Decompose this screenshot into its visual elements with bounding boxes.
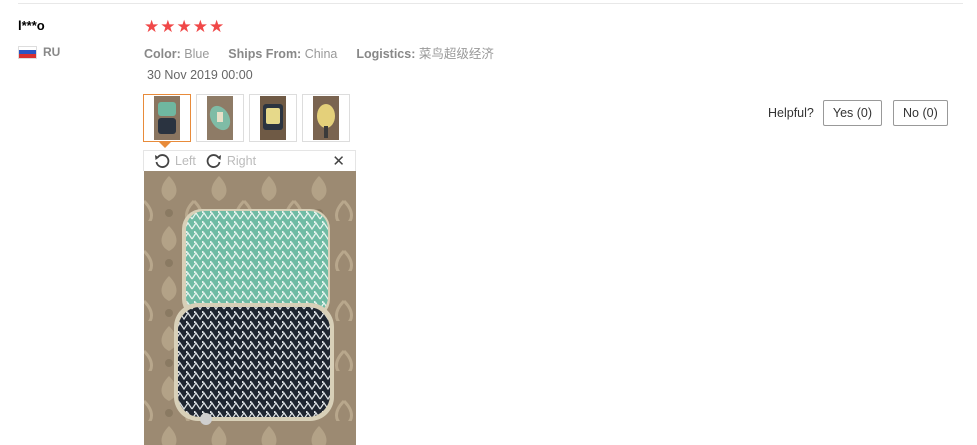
review-date: 30 Nov 2019 00:00 xyxy=(147,68,253,82)
color-label: Color: xyxy=(144,47,181,61)
rotate-left-label: Left xyxy=(175,154,196,168)
divider xyxy=(18,3,963,4)
photo-thumbnail[interactable] xyxy=(196,94,244,142)
country-code: RU xyxy=(43,45,61,59)
rotate-left-icon xyxy=(155,154,170,168)
review-photo-thumbnails xyxy=(143,94,350,142)
photo-thumbnail[interactable] xyxy=(249,94,297,142)
selected-thumbnail-pointer xyxy=(159,142,171,148)
russia-flag-icon xyxy=(18,45,37,59)
photo-viewer-toolbar: Left Right ✕ xyxy=(143,150,356,171)
rotate-right-label: Right xyxy=(226,154,257,168)
helpful-yes-button[interactable]: Yes (0) xyxy=(822,100,883,126)
rotate-left-button[interactable]: Left xyxy=(154,153,196,169)
star-icon: ★ xyxy=(192,17,208,36)
ships-from-label: Ships From: xyxy=(228,47,302,61)
photo-thumbnail[interactable] xyxy=(302,94,350,142)
review-photo-large xyxy=(144,171,356,445)
reviewer-country: RU xyxy=(18,45,60,59)
photo-thumbnail[interactable] xyxy=(143,94,191,142)
review-photo-image xyxy=(144,171,356,445)
photo-thumbnail-image xyxy=(260,96,286,140)
star-rating: ★ ★ ★ ★ ★ xyxy=(144,18,224,35)
reviewer-name: l***o xyxy=(18,18,45,33)
rotate-right-button[interactable]: Right xyxy=(206,153,256,169)
logistics-label: Logistics: xyxy=(356,47,416,61)
helpful-no-button[interactable]: No (0) xyxy=(893,100,948,126)
order-attributes: Color: Blue Ships From: China Logistics:… xyxy=(144,43,494,62)
star-icon: ★ xyxy=(144,17,160,36)
helpful-voting: Helpful? Yes (0) No (0) xyxy=(768,100,959,126)
photo-thumbnail-image xyxy=(313,96,339,140)
star-icon: ★ xyxy=(176,17,192,36)
color-value: Blue xyxy=(184,47,210,61)
photo-thumbnail-image xyxy=(207,96,233,140)
rotate-right-icon xyxy=(206,154,221,168)
helpful-label: Helpful? xyxy=(768,106,814,120)
logistics-value: 菜鸟超级经济 xyxy=(418,47,494,61)
star-icon: ★ xyxy=(209,17,225,36)
ships-from-value: China xyxy=(304,47,338,61)
star-icon: ★ xyxy=(160,17,176,36)
photo-thumbnail-image xyxy=(154,96,180,140)
close-icon[interactable]: ✕ xyxy=(332,152,345,170)
